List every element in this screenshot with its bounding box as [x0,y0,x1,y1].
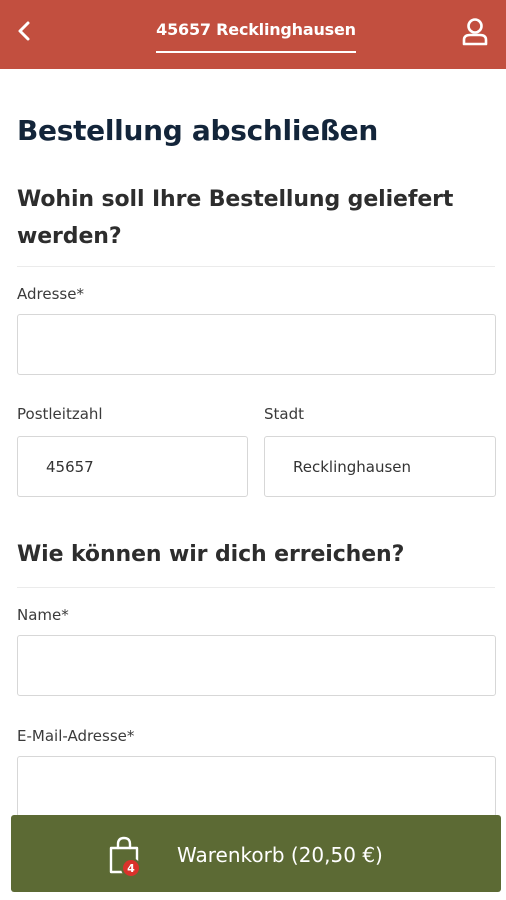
location-selector[interactable]: 45657 Recklinghausen [154,14,358,54]
location-underline [156,51,356,53]
address-input[interactable] [17,314,496,375]
divider [17,266,495,267]
cart-count-badge: 4 [121,858,141,878]
postcode-label: Postleitzahl [17,405,103,423]
delivery-section-title: Wohin soll Ihre Bestellung geliefert wer… [17,187,454,249]
city-input[interactable]: Recklinghausen [264,436,496,497]
back-button[interactable] [8,14,40,48]
app-header: 45657 Recklinghausen [0,0,506,69]
city-label: Stadt [264,405,304,423]
cart-button[interactable]: 4 Warenkorb (20,50 €) [11,815,501,892]
name-input[interactable] [17,635,496,696]
location-label: 45657 Recklinghausen [156,20,356,39]
contact-section-title: Wie können wir dich erreichen? [17,542,405,567]
page-title: Bestellung abschließen [17,114,379,147]
user-account-button[interactable] [458,14,492,50]
postcode-input[interactable]: 45657 [17,436,248,497]
user-icon [462,18,488,46]
divider [17,587,495,588]
cart-button-label: Warenkorb (20,50 €) [177,843,383,867]
email-label: E-Mail-Adresse* [17,727,135,745]
chevron-left-icon [18,21,30,41]
address-label: Adresse* [17,285,84,303]
name-label: Name* [17,606,69,624]
email-input[interactable] [17,756,496,817]
